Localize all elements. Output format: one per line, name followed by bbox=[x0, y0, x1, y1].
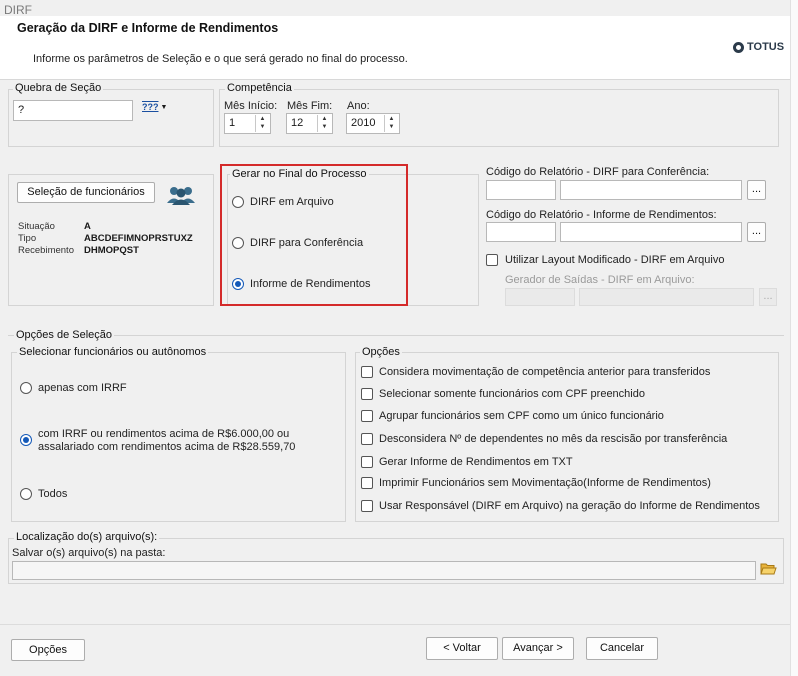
window-title: DIRF bbox=[4, 3, 32, 17]
opcao-label[interactable]: Gerar Informe de Rendimentos em TXT bbox=[379, 456, 573, 468]
users-icon[interactable] bbox=[166, 185, 196, 208]
tipo-value: ABCDEFIMNOPRSTUXZ bbox=[84, 233, 193, 244]
opcao-checkbox[interactable] bbox=[361, 388, 373, 400]
tipo-label: Tipo bbox=[18, 233, 37, 244]
radio-apenas-irrf[interactable] bbox=[20, 382, 32, 394]
opcao-label[interactable]: Considera movimentação de competência an… bbox=[379, 366, 710, 378]
spin-arrows-icon[interactable]: ▲ ▼ bbox=[384, 115, 398, 132]
codigo-conferencia-browse-button[interactable]: ... bbox=[747, 180, 766, 200]
layout-modificado-label[interactable]: Utilizar Layout Modificado - DIRF em Arq… bbox=[505, 254, 724, 266]
cancelar-button[interactable]: Cancelar bbox=[586, 637, 658, 660]
pasta-input[interactable] bbox=[12, 561, 756, 580]
opcao-checkbox[interactable] bbox=[361, 366, 373, 378]
opcoes-button[interactable]: Opções bbox=[11, 639, 85, 661]
picker-label: ??? bbox=[142, 102, 159, 112]
codigo-conferencia-desc[interactable] bbox=[560, 180, 742, 200]
mes-inicio-label: Mês Início: bbox=[224, 100, 278, 112]
gerador-codigo-input bbox=[505, 288, 575, 306]
page-subtitle: Informe os parâmetros de Seleção e o que… bbox=[33, 53, 408, 65]
opcao-label[interactable]: Desconsidera Nº de dependentes no mês da… bbox=[379, 433, 727, 445]
opcao-checkbox[interactable] bbox=[361, 456, 373, 468]
codigo-conferencia-input[interactable] bbox=[486, 180, 556, 200]
dirf-arquivo-label[interactable]: DIRF em Arquivo bbox=[250, 196, 334, 208]
radio-dirf-arquivo[interactable] bbox=[232, 196, 244, 208]
opcao-label[interactable]: Selecionar somente funcionários com CPF … bbox=[379, 388, 645, 400]
totus-logo: TOTUS bbox=[733, 41, 784, 53]
ano-label: Ano: bbox=[347, 100, 370, 112]
page-title: Geração da DIRF e Informe de Rendimentos bbox=[17, 21, 279, 35]
codigo-conferencia-label: Código do Relatório - DIRF para Conferên… bbox=[486, 166, 710, 178]
radio-informe-rendimentos[interactable] bbox=[232, 278, 244, 290]
voltar-button[interactable]: < Voltar bbox=[426, 637, 498, 660]
opcao-label[interactable]: Imprimir Funcionários sem Movimentação(I… bbox=[379, 477, 711, 489]
spin-arrows-icon[interactable]: ▲ ▼ bbox=[317, 115, 331, 132]
codigo-informe-label: Código do Relatório - Informe de Rendime… bbox=[486, 209, 717, 221]
todos-label[interactable]: Todos bbox=[38, 488, 67, 500]
spin-arrows-icon[interactable]: ▲ ▼ bbox=[255, 115, 269, 132]
gerador-desc-input bbox=[579, 288, 754, 306]
quebra-input[interactable]: ? bbox=[13, 100, 133, 121]
apenas-irrf-label[interactable]: apenas com IRRF bbox=[38, 382, 127, 394]
radio-dirf-conferencia[interactable] bbox=[232, 237, 244, 249]
codigo-informe-browse-button[interactable]: ... bbox=[747, 222, 766, 242]
opcao-checkbox[interactable] bbox=[361, 500, 373, 512]
opcao-checkbox[interactable] bbox=[361, 477, 373, 489]
radio-todos[interactable] bbox=[20, 488, 32, 500]
codigo-informe-input[interactable] bbox=[486, 222, 556, 242]
window-scrollbar[interactable] bbox=[790, 0, 798, 676]
opcao-checkbox[interactable] bbox=[361, 433, 373, 445]
situacao-label: Situação bbox=[18, 221, 55, 232]
ano-spinner[interactable]: 2010 ▲ ▼ bbox=[346, 113, 400, 134]
pasta-label: Salvar o(s) arquivo(s) na pasta: bbox=[12, 547, 166, 559]
situacao-value: A bbox=[84, 221, 91, 232]
func-legend: Selecionar funcionários ou autônomos bbox=[17, 346, 209, 358]
chevron-down-icon: ▼ bbox=[160, 103, 168, 111]
avancar-button[interactable]: Avançar > bbox=[502, 637, 574, 660]
mes-fim-label: Mês Fim: bbox=[287, 100, 333, 112]
gerar-legend: Gerar no Final do Processo bbox=[230, 168, 369, 180]
logo-text: TOTUS bbox=[747, 41, 785, 53]
mes-inicio-spinner[interactable]: 1 ▲ ▼ bbox=[224, 113, 271, 134]
opcao-label[interactable]: Usar Responsável (DIRF em Arquivo) na ge… bbox=[379, 500, 760, 512]
opcao-checkbox[interactable] bbox=[361, 410, 373, 422]
competencia-legend: Competência bbox=[225, 82, 294, 94]
gerador-saidas-label: Gerador de Saídas - DIRF em Arquivo: bbox=[505, 274, 695, 286]
recebimento-value: DHMOPQST bbox=[84, 245, 139, 256]
opcoes-legend: Opções bbox=[360, 346, 402, 358]
folder-open-icon[interactable] bbox=[760, 561, 777, 579]
recebimento-label: Recebimento bbox=[18, 245, 74, 256]
selecao-funcionarios-button[interactable]: Seleção de funcionários bbox=[17, 182, 155, 203]
irrf-rendimentos-label-line1[interactable]: com IRRF ou rendimentos acima de R$6.000… bbox=[38, 428, 289, 440]
mes-fim-spinner[interactable]: 12 ▲ ▼ bbox=[286, 113, 333, 134]
logo-ring-icon bbox=[733, 41, 744, 53]
informe-rendimentos-label[interactable]: Informe de Rendimentos bbox=[250, 278, 370, 290]
gerador-browse-button: ... bbox=[759, 288, 777, 306]
opcoes-selecao-divider bbox=[8, 335, 784, 336]
layout-modificado-checkbox[interactable] bbox=[486, 254, 498, 266]
codigo-informe-desc[interactable] bbox=[560, 222, 742, 242]
dirf-conferencia-label[interactable]: DIRF para Conferência bbox=[250, 237, 363, 249]
footer-divider bbox=[0, 624, 790, 625]
irrf-rendimentos-label-line2[interactable]: assalariado com rendimentos acima de R$2… bbox=[38, 441, 295, 453]
quebra-picker[interactable]: ??? ▼ bbox=[142, 102, 167, 112]
opcao-label[interactable]: Agrupar funcionários sem CPF como um úni… bbox=[379, 410, 664, 422]
quebra-legend: Quebra de Seção bbox=[13, 82, 104, 94]
radio-irrf-rendimentos[interactable] bbox=[20, 434, 32, 446]
localizacao-legend: Localização do(s) arquivo(s): bbox=[14, 531, 160, 543]
opcoes-selecao-legend: Opções de Seleção bbox=[14, 329, 115, 341]
